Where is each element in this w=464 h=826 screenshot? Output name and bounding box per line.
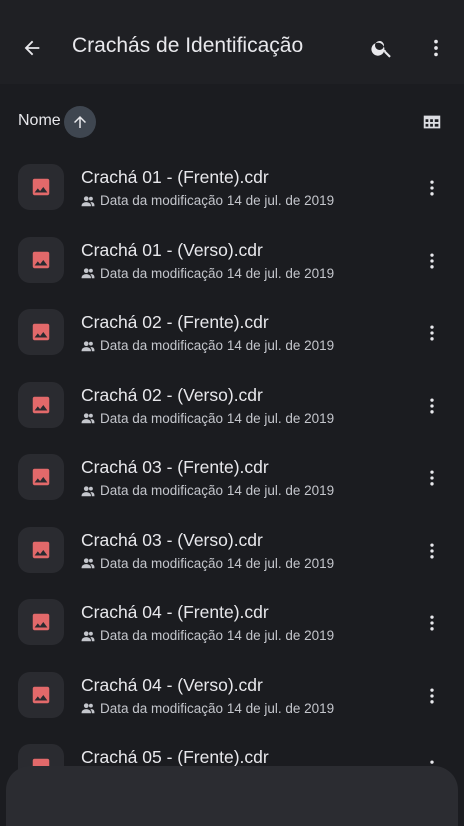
image-icon bbox=[32, 613, 50, 631]
more-vert-icon bbox=[430, 180, 434, 196]
arrow-back-icon bbox=[24, 40, 40, 56]
file-row[interactable]: Crachá 04 - (Verso).cdr Data da modifica… bbox=[0, 658, 464, 731]
file-name: Crachá 04 - (Verso).cdr bbox=[81, 674, 263, 695]
image-icon bbox=[32, 541, 50, 558]
file-thumbnail bbox=[18, 599, 64, 645]
file-meta: Data da modificação 14 de jul. de 2019 bbox=[81, 628, 334, 643]
image-icon bbox=[32, 468, 50, 486]
modified-date-text: Data da modificação 14 de jul. de 2019 bbox=[100, 338, 335, 353]
sort-label[interactable]: Nome bbox=[18, 112, 61, 130]
more-vert-icon bbox=[430, 325, 434, 341]
shared-people-icon bbox=[81, 485, 95, 497]
shared-people-icon bbox=[81, 412, 95, 424]
file-more-button[interactable] bbox=[416, 388, 448, 424]
file-meta: Data da modificação 14 de jul. de 2019 bbox=[81, 266, 334, 281]
file-row[interactable]: Crachá 02 - (Frente).cdr Data da modific… bbox=[0, 295, 464, 368]
file-row[interactable]: Crachá 03 - (Verso).cdr Data da modifica… bbox=[0, 513, 464, 586]
file-name: Crachá 02 - (Frente).cdr bbox=[81, 312, 269, 332]
shared-people-icon bbox=[81, 267, 95, 279]
file-meta: Data da modificação 14 de jul. de 2019 bbox=[81, 193, 334, 208]
sort-bar: Nome bbox=[0, 84, 464, 154]
shared-people-icon bbox=[81, 702, 95, 714]
modified-date-text: Data da modificação 14 de jul. de 2019 bbox=[100, 483, 335, 498]
more-vert-icon bbox=[430, 470, 434, 486]
more-vert-icon bbox=[430, 615, 434, 631]
file-thumbnail bbox=[18, 526, 64, 573]
more-vert-icon bbox=[430, 253, 434, 268]
file-name: Crachá 01 - (Frente).cdr bbox=[81, 167, 269, 187]
page-title: Crachás de Identificação bbox=[72, 34, 304, 57]
image-icon bbox=[32, 686, 50, 703]
grid-view-button[interactable] bbox=[414, 104, 450, 140]
modified-date-text: Data da modificação 14 de jul. de 2019 bbox=[100, 265, 335, 281]
image-icon bbox=[32, 396, 50, 413]
app-bar: Crachás de Identificação bbox=[0, 0, 464, 84]
file-more-button[interactable] bbox=[416, 533, 448, 569]
file-name: Crachá 05 - (Frente).cdr bbox=[81, 747, 269, 767]
file-more-button[interactable] bbox=[416, 605, 448, 641]
file-thumbnail bbox=[18, 671, 64, 718]
file-more-button[interactable] bbox=[416, 243, 448, 279]
back-button[interactable] bbox=[14, 30, 50, 66]
modified-date-text: Data da modificação 14 de jul. de 2019 bbox=[100, 410, 335, 426]
arrow-upward-icon bbox=[74, 116, 86, 128]
file-meta: Data da modificação 14 de jul. de 2019 bbox=[81, 556, 334, 571]
file-thumbnail bbox=[18, 381, 64, 428]
shared-people-icon bbox=[81, 630, 95, 642]
file-name: Crachá 03 - (Frente).cdr bbox=[81, 457, 269, 477]
sort-direction-button[interactable] bbox=[64, 106, 96, 138]
modified-date-text: Data da modificação 14 de jul. de 2019 bbox=[100, 628, 335, 643]
file-more-button[interactable] bbox=[416, 678, 448, 714]
file-more-button[interactable] bbox=[416, 315, 448, 351]
file-row[interactable]: Crachá 01 - (Frente).cdr Data da modific… bbox=[0, 150, 464, 223]
more-options-button[interactable] bbox=[418, 30, 454, 66]
more-vert-icon bbox=[430, 688, 434, 703]
file-name: Crachá 01 - (Verso).cdr bbox=[81, 239, 263, 260]
file-meta: Data da modificação 14 de jul. de 2019 bbox=[81, 701, 334, 716]
file-list: Crachá 01 - (Frente).cdr Data da modific… bbox=[0, 150, 464, 803]
file-more-button[interactable] bbox=[416, 460, 448, 496]
modified-date-text: Data da modificação 14 de jul. de 2019 bbox=[100, 193, 335, 208]
search-button[interactable] bbox=[364, 30, 400, 66]
modified-date-text: Data da modificação 14 de jul. de 2019 bbox=[100, 555, 335, 571]
file-name: Crachá 03 - (Verso).cdr bbox=[81, 529, 263, 550]
file-thumbnail bbox=[18, 164, 64, 210]
file-row[interactable]: Crachá 03 - (Frente).cdr Data da modific… bbox=[0, 440, 464, 513]
file-thumbnail bbox=[18, 309, 64, 355]
file-row[interactable]: Crachá 04 - (Frente).cdr Data da modific… bbox=[0, 585, 464, 658]
shared-people-icon bbox=[81, 340, 95, 352]
shared-people-icon bbox=[81, 195, 95, 207]
bottom-sheet[interactable] bbox=[6, 766, 458, 826]
file-thumbnail bbox=[18, 454, 64, 500]
file-row[interactable]: Crachá 02 - (Verso).cdr Data da modifica… bbox=[0, 368, 464, 441]
modified-date-text: Data da modificação 14 de jul. de 2019 bbox=[100, 700, 335, 716]
grid-view-icon bbox=[423, 115, 441, 129]
file-more-button[interactable] bbox=[416, 170, 448, 206]
file-row[interactable]: Crachá 01 - (Verso).cdr Data da modifica… bbox=[0, 223, 464, 296]
search-icon bbox=[371, 41, 391, 58]
file-name: Crachá 04 - (Frente).cdr bbox=[81, 602, 269, 622]
more-vert-icon bbox=[430, 543, 434, 558]
image-icon bbox=[32, 178, 50, 196]
file-meta: Data da modificação 14 de jul. de 2019 bbox=[81, 411, 334, 426]
file-meta: Data da modificação 14 de jul. de 2019 bbox=[81, 483, 334, 498]
image-icon bbox=[32, 323, 50, 341]
shared-people-icon bbox=[81, 557, 95, 569]
image-icon bbox=[32, 251, 50, 268]
more-vert-icon bbox=[434, 39, 438, 57]
more-vert-icon bbox=[430, 398, 434, 413]
file-meta: Data da modificação 14 de jul. de 2019 bbox=[81, 338, 334, 353]
file-name: Crachá 02 - (Verso).cdr bbox=[81, 384, 263, 405]
file-thumbnail bbox=[18, 236, 64, 283]
